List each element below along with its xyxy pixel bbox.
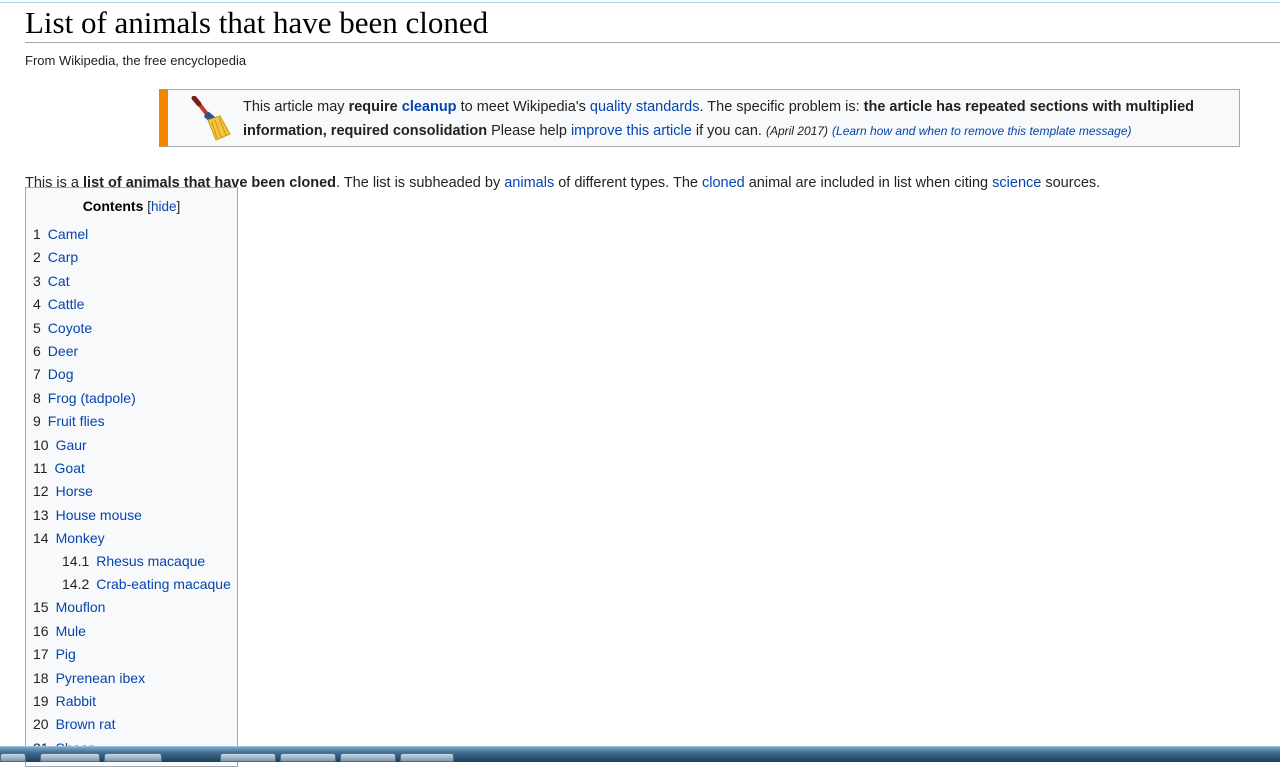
toc-item-number: 16 — [33, 622, 49, 639]
toc-item-label[interactable]: Frog (tadpole) — [48, 390, 136, 406]
broom-icon — [191, 96, 231, 141]
toc-item-pig[interactable]: 17 Pig — [33, 643, 237, 666]
toc-item-label[interactable]: Brown rat — [56, 716, 116, 732]
toc-item-label[interactable]: Horse — [56, 483, 93, 499]
intro-text: sources. — [1041, 174, 1101, 191]
toc-item-number: 8 — [33, 389, 41, 406]
cleanup-link[interactable]: cleanup — [402, 99, 457, 115]
toc-item-label[interactable]: Pyrenean ibex — [56, 670, 146, 686]
toc-item-house-mouse[interactable]: 13 House mouse — [33, 504, 237, 527]
toc-item-carp[interactable]: 2 Carp — [33, 246, 237, 269]
toc-item-number: 12 — [33, 483, 49, 500]
toc-item-number: 11 — [33, 459, 48, 476]
toc-item-goat[interactable]: 11 Goat — [33, 457, 237, 480]
table-of-contents: Contents [hide] 1 Camel 2 Carp 3 Cat 4 Cattl… — [25, 187, 238, 767]
toc-item-frog[interactable]: 8 Frog (tadpole) — [33, 387, 237, 410]
notice-date: (April 2017) — [765, 124, 828, 138]
toc-toggle: [hide] — [147, 199, 180, 214]
toc-item-label[interactable]: Rhesus macaque — [96, 553, 205, 569]
taskbar — [0, 746, 1280, 762]
toc-item-label[interactable]: Cat — [48, 273, 70, 289]
notice-text: if you can. — [691, 123, 762, 139]
improve-article-link[interactable]: improve this article — [571, 123, 692, 139]
science-link[interactable]: science — [992, 175, 1041, 191]
toc-item-number: 19 — [33, 693, 49, 710]
toc-item-label[interactable]: Goat — [55, 460, 85, 476]
toc-item-number: 6 — [33, 342, 41, 359]
page-title: List of animals that have been cloned — [25, 5, 489, 40]
toc-list: 1 Camel 2 Carp 3 Cat 4 Cattle 5 Coyote 6 Deer … — [26, 223, 237, 760]
toc-toggle-bracket: ] — [176, 199, 181, 214]
toc-item-number: 13 — [33, 506, 49, 523]
toc-item-camel[interactable]: 1 Camel — [33, 223, 237, 246]
toc-item-coyote[interactable]: 5 Coyote — [33, 317, 237, 340]
notice-text: This article may — [243, 99, 349, 115]
header-rule — [0, 2, 1280, 3]
toc-item-fruit-flies[interactable]: 9 Fruit flies — [33, 410, 237, 433]
toc-item-monkey[interactable]: 14 Monkey — [33, 527, 237, 550]
intro-text: . The list is subheaded by — [336, 174, 505, 191]
toc-hide-button[interactable]: hide — [151, 199, 177, 214]
notice-emphasis: require — [348, 99, 402, 115]
toc-item-number: 7 — [33, 366, 41, 383]
toc-item-horse[interactable]: 12 Horse — [33, 480, 237, 503]
toc-item-number: 14.2 — [62, 576, 90, 593]
toc-item-dog[interactable]: 7 Dog — [33, 363, 237, 386]
toc-item-rhesus-macaque[interactable]: 14.1 Rhesus macaque — [33, 550, 237, 573]
toc-item-number: 1 — [33, 226, 41, 242]
toc-item-number: 18 — [33, 669, 49, 686]
toc-item-label[interactable]: House mouse — [56, 507, 142, 523]
notice-text: Please help — [487, 123, 571, 139]
toc-item-number: 10 — [33, 436, 49, 453]
toc-item-number: 9 — [33, 413, 41, 430]
toc-item-number: 2 — [33, 249, 41, 266]
site-subtitle: From Wikipedia, the free encyclopedia — [25, 53, 247, 68]
toc-item-label[interactable]: Mouflon — [56, 599, 106, 615]
toc-item-cat[interactable]: 3 Cat — [33, 270, 237, 293]
cleanup-notice: This article may require cleanup to meet… — [159, 89, 1240, 147]
toc-item-number: 15 — [33, 599, 49, 616]
notice-text: . The specific problem is: — [699, 99, 864, 115]
toc-header: Contents [hide] — [26, 196, 237, 217]
toc-item-label[interactable]: Crab-eating macaque — [96, 576, 231, 592]
toc-item-label[interactable]: Camel — [48, 226, 88, 242]
toc-item-label[interactable]: Mule — [56, 623, 86, 639]
toc-item-number: 20 — [33, 716, 49, 733]
toc-item-gaur[interactable]: 10 Gaur — [33, 434, 237, 457]
toc-item-pyrenean-ibex[interactable]: 18 Pyrenean ibex — [33, 667, 237, 690]
toc-item-number: 14 — [33, 530, 49, 547]
toc-item-rabbit[interactable]: 19 Rabbit — [33, 690, 237, 713]
toc-item-number: 14.1 — [62, 553, 90, 570]
toc-item-label[interactable]: Cattle — [48, 296, 85, 312]
toc-item-crab-eating-macaque[interactable]: 14.2 Crab-eating macaque — [33, 573, 237, 596]
toc-item-label[interactable]: Monkey — [56, 530, 105, 546]
toc-item-number: 4 — [33, 296, 41, 313]
toc-item-label[interactable]: Carp — [48, 249, 78, 265]
learn-remove-template-link[interactable]: (Learn how and when to remove this templ… — [832, 124, 1132, 138]
cloned-link[interactable]: cloned — [702, 175, 745, 191]
toc-title: Contents — [82, 198, 144, 214]
toc-item-label[interactable]: Deer — [48, 343, 78, 359]
toc-item-cattle[interactable]: 4 Cattle — [33, 293, 237, 316]
toc-item-number: 5 — [33, 319, 41, 336]
toc-item-number: 17 — [33, 646, 49, 663]
quality-standards-link[interactable]: quality standards — [590, 99, 700, 115]
intro-text: of different types. The — [554, 174, 702, 191]
toc-item-label[interactable]: Pig — [56, 646, 76, 662]
toc-item-number: 3 — [33, 272, 41, 289]
toc-item-brown-rat[interactable]: 20 Brown rat — [33, 713, 237, 736]
toc-item-mule[interactable]: 16 Mule — [33, 620, 237, 643]
toc-item-label[interactable]: Dog — [48, 366, 74, 382]
notice-text: to meet Wikipedia's — [456, 99, 590, 115]
toc-item-label[interactable]: Coyote — [48, 320, 92, 336]
toc-item-mouflon[interactable]: 15 Mouflon — [33, 596, 237, 619]
intro-text: animal are included in list when citing — [744, 174, 993, 191]
animals-link[interactable]: animals — [504, 175, 554, 191]
toc-item-label[interactable]: Rabbit — [56, 693, 96, 709]
toc-item-deer[interactable]: 6 Deer — [33, 340, 237, 363]
cleanup-notice-text: This article may require cleanup to meet… — [243, 95, 1233, 143]
toc-item-label[interactable]: Gaur — [56, 437, 87, 453]
toc-item-label[interactable]: Fruit flies — [48, 413, 105, 429]
title-divider — [25, 42, 1280, 43]
